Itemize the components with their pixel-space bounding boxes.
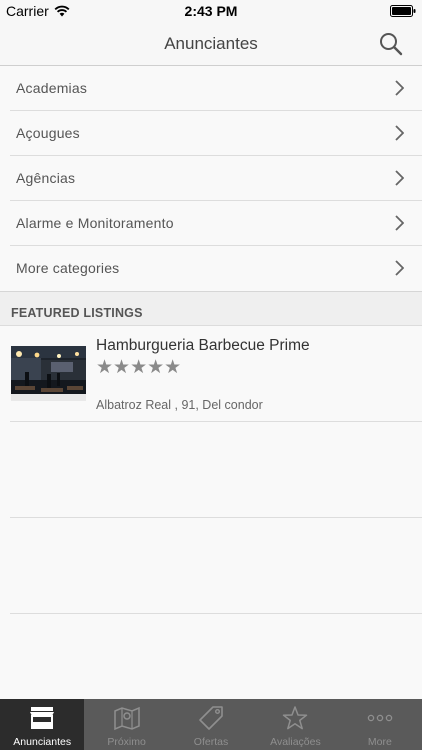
category-label: Agências — [16, 170, 76, 186]
battery-icon — [390, 5, 416, 17]
tab-avaliacoes[interactable]: Avaliações — [253, 699, 337, 750]
empty-row — [10, 422, 422, 518]
featured-listings: Hamburgueria Barbecue Prime ★★★★★ Albatr… — [0, 325, 422, 699]
category-label: Açougues — [16, 125, 80, 141]
chevron-right-icon — [395, 215, 404, 231]
tag-icon — [199, 706, 223, 730]
listing-address: Albatroz Real , 91, Del condor — [96, 398, 263, 412]
page-title: Anunciantes — [164, 34, 258, 53]
tab-anunciantes[interactable]: Anunciantes — [0, 699, 85, 750]
category-item-more[interactable]: More categories — [10, 246, 422, 291]
status-time: 2:43 PM — [184, 3, 238, 19]
tab-ofertas[interactable]: Ofertas — [169, 699, 253, 750]
category-list: Academias Açougues Agências Alarme e Mon… — [0, 66, 422, 292]
tab-bar: Anunciantes Próximo Ofertas Avaliações M… — [0, 699, 422, 750]
empty-row — [10, 518, 422, 614]
chevron-right-icon — [395, 260, 404, 276]
category-label: Alarme e Monitoramento — [16, 215, 174, 231]
tab-label: Próximo — [107, 736, 146, 748]
more-dots-icon — [367, 714, 393, 722]
category-item-academias[interactable]: Academias — [10, 66, 422, 111]
storefront-icon — [30, 707, 55, 729]
tab-more[interactable]: More — [338, 699, 422, 750]
tab-label: Avaliações — [270, 736, 321, 748]
search-icon[interactable] — [378, 31, 404, 57]
tab-proximo[interactable]: Próximo — [84, 699, 168, 750]
listing-name: Hamburgueria Barbecue Prime — [96, 337, 310, 354]
category-label: More categories — [16, 260, 120, 276]
tab-label: Ofertas — [193, 736, 229, 748]
tab-label: More — [367, 736, 392, 748]
category-label: Academias — [16, 80, 88, 96]
listing-photo — [11, 346, 86, 401]
category-item-acougues[interactable]: Açougues — [10, 111, 422, 156]
nav-bar: Anunciantes — [0, 22, 422, 66]
listing-item[interactable]: Hamburgueria Barbecue Prime ★★★★★ Albatr… — [10, 326, 422, 422]
star-icon — [283, 706, 308, 730]
category-item-alarme[interactable]: Alarme e Monitoramento — [10, 201, 422, 246]
chevron-right-icon — [395, 170, 404, 186]
rating-stars: ★★★★★ — [96, 357, 182, 378]
category-item-agencias[interactable]: Agências — [10, 156, 422, 201]
map-icon — [113, 706, 140, 731]
status-bar: Carrier 2:43 PM — [0, 0, 422, 22]
chevron-right-icon — [395, 125, 404, 141]
chevron-right-icon — [395, 80, 404, 96]
tab-label: Anunciantes — [13, 736, 72, 748]
featured-listings-header: FEATURED LISTINGS — [11, 306, 143, 320]
